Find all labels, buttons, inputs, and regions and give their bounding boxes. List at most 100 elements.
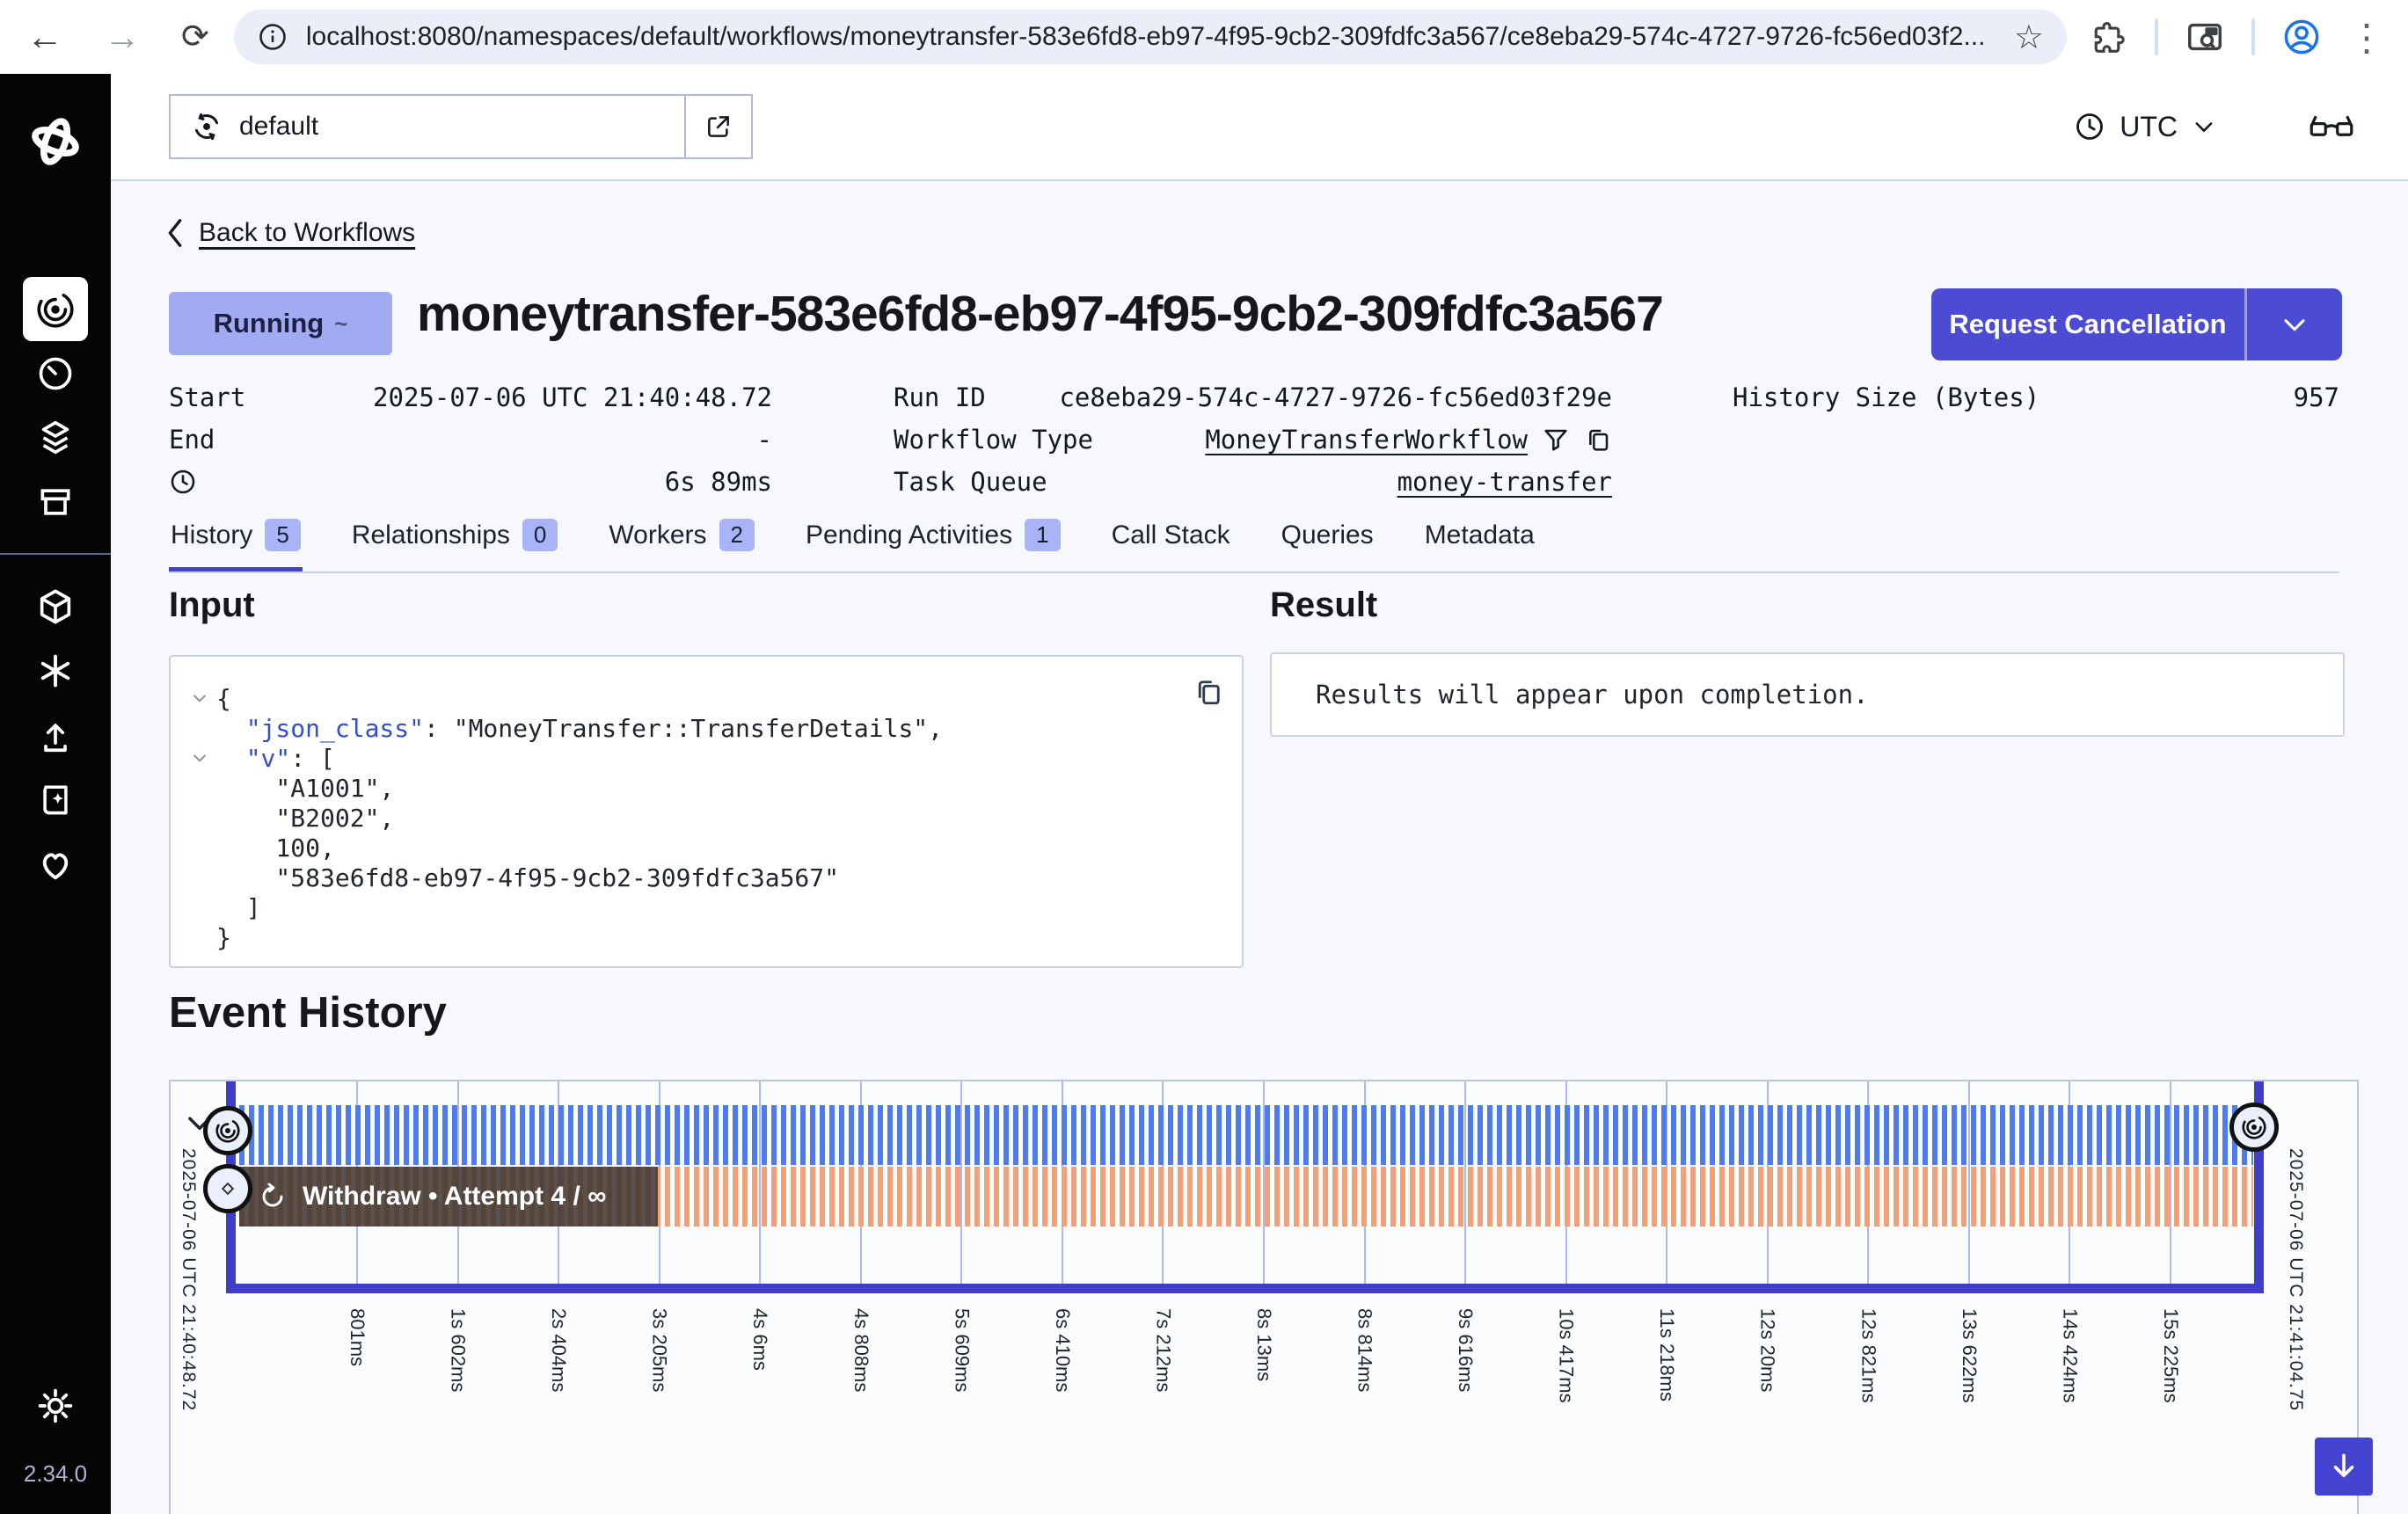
- json-line: }: [183, 922, 1242, 952]
- status-spinner: ~: [334, 310, 347, 338]
- address-bar[interactable]: localhost:8080/namespaces/default/workfl…: [234, 10, 2067, 64]
- tab-call-stack[interactable]: Call Stack: [1110, 515, 1232, 571]
- filter-funnel-icon[interactable]: [1542, 426, 1570, 454]
- tab-queries[interactable]: Queries: [1280, 515, 1375, 571]
- profile-icon[interactable]: [2281, 17, 2322, 57]
- sidebar-item-deployments[interactable]: [23, 405, 88, 469]
- sidebar-item-nexus[interactable]: [23, 638, 88, 702]
- tab-count-badge: 5: [265, 519, 300, 551]
- cancellation-options-chevron[interactable]: [2247, 288, 2342, 360]
- toolbar-divider: [2155, 18, 2158, 55]
- start-label: Start: [169, 382, 245, 412]
- workflow-spiral-icon: [2241, 1114, 2267, 1140]
- duration-value: 6s 89ms: [665, 467, 772, 497]
- browser-forward-icon[interactable]: →: [104, 18, 141, 55]
- labs-mode-glasses-icon[interactable]: [2308, 109, 2355, 144]
- tab-relationships[interactable]: Relationships 0: [350, 515, 560, 571]
- toolbar-divider: [2251, 18, 2255, 55]
- timeline-tick-label: 10s 417ms: [1555, 1308, 1578, 1403]
- namespace-external-link-icon[interactable]: [684, 96, 751, 157]
- end-label: End: [169, 425, 215, 455]
- sidebar-item-docs[interactable]: [23, 767, 88, 831]
- browser-chrome: ← → ⟳ localhost:8080/namespaces/default/…: [0, 0, 2408, 74]
- timeline-tick-label: 14s 424ms: [2058, 1308, 2081, 1403]
- task-queue-label: Task Queue: [894, 467, 1047, 497]
- theme-toggle-sun-icon[interactable]: [23, 1373, 88, 1438]
- activity-label[interactable]: Withdraw • Attempt 4 / ∞: [239, 1167, 658, 1226]
- scroll-to-bottom-button[interactable]: [2315, 1438, 2373, 1496]
- tab-count-badge: 1: [1025, 519, 1060, 551]
- tab-history[interactable]: History 5: [169, 515, 303, 571]
- sidebar-item-feedback[interactable]: [23, 831, 88, 895]
- temporal-logo[interactable]: [23, 109, 88, 173]
- run-id-label: Run ID: [894, 382, 986, 412]
- sidebar-item-import[interactable]: [23, 702, 88, 767]
- bookmark-star-icon[interactable]: ☆: [2014, 18, 2044, 57]
- json-line: "B2002",: [183, 803, 1242, 833]
- namespace-icon: [190, 110, 223, 143]
- search-tabs-icon[interactable]: [2185, 17, 2225, 57]
- back-to-workflows-link[interactable]: Back to Workflows: [164, 218, 415, 248]
- tab-label: History: [171, 520, 252, 550]
- clock-icon: [2074, 111, 2105, 142]
- workflow-start-node[interactable]: [203, 1106, 252, 1155]
- request-cancellation-button[interactable]: Request Cancellation: [1931, 288, 2244, 360]
- sidebar-item-schedules[interactable]: [23, 341, 88, 405]
- tab-label: Relationships: [352, 520, 510, 550]
- tab-count-badge: 0: [522, 519, 558, 551]
- url-text: localhost:8080/namespaces/default/workfl…: [306, 22, 1998, 52]
- site-info-icon[interactable]: [257, 21, 288, 53]
- input-json-panel: {"json_class": "MoneyTransfer::TransferD…: [169, 655, 1244, 968]
- collapse-chevron-icon[interactable]: [183, 749, 216, 767]
- browser-reload-icon[interactable]: ⟳: [181, 20, 209, 54]
- timeline-tick-label: 15s 225ms: [2159, 1308, 2182, 1403]
- app-version: 2.34.0: [24, 1460, 87, 1488]
- tab-workers[interactable]: Workers 2: [607, 515, 756, 571]
- input-heading: Input: [169, 586, 255, 625]
- sidebar-item-namespaces[interactable]: [23, 574, 88, 638]
- json-key: "json_class": [246, 714, 424, 743]
- tab-pending-activities[interactable]: Pending Activities 1: [804, 515, 1062, 571]
- timeline-tick-label: 7s 212ms: [1151, 1308, 1174, 1392]
- tab-count-badge: 2: [719, 519, 755, 551]
- chevron-left-icon: [164, 218, 186, 248]
- timezone-label: UTC: [2120, 111, 2178, 143]
- tab-label: Pending Activities: [806, 520, 1012, 550]
- chevron-down-icon: [2192, 114, 2216, 139]
- timeline-tick-label: 12s 821ms: [1857, 1308, 1879, 1403]
- namespace-topbar: default UTC: [111, 74, 2408, 181]
- workflow-type-link[interactable]: MoneyTransferWorkflow: [1205, 425, 1528, 455]
- tab-label: Workers: [609, 520, 706, 550]
- copy-icon[interactable]: [1584, 426, 1612, 454]
- timeline-tick-label: 4s 6ms: [748, 1308, 771, 1371]
- workflow-tabs: History 5 Relationships 0 Workers 2 Pending Ac…: [169, 515, 2339, 573]
- activity-start-node[interactable]: [203, 1164, 252, 1213]
- json-line: ]: [183, 892, 1242, 922]
- duration-clock-icon: [169, 468, 197, 496]
- copy-input-icon[interactable]: [1193, 676, 1224, 708]
- tab-metadata[interactable]: Metadata: [1423, 515, 1536, 571]
- collapse-chevron-icon[interactable]: [183, 689, 216, 707]
- workflow-type-label: Workflow Type: [894, 425, 1093, 455]
- timezone-selector[interactable]: UTC: [2074, 111, 2216, 143]
- workflow-current-node[interactable]: [2229, 1103, 2279, 1152]
- browser-menu-icon[interactable]: ⋮: [2348, 16, 2385, 59]
- timeline-tick-label: 801ms: [346, 1308, 368, 1366]
- sidebar-item-archive[interactable]: [23, 469, 88, 534]
- timeline-tick-label: 12s 20ms: [1756, 1308, 1779, 1392]
- browser-back-icon[interactable]: ←: [26, 18, 63, 55]
- end-value: -: [757, 425, 772, 455]
- sidebar-item-workflows[interactable]: [23, 277, 88, 341]
- namespace-select-field[interactable]: default: [171, 96, 684, 157]
- json-line: "A1001",: [183, 773, 1242, 803]
- timeline-tick-label: 1s 602ms: [447, 1308, 470, 1392]
- task-queue-link[interactable]: money-transfer: [1397, 467, 1612, 497]
- extensions-icon[interactable]: [2091, 18, 2128, 55]
- tab-label: Metadata: [1425, 520, 1535, 550]
- workflow-execution-bar[interactable]: [239, 1105, 2253, 1165]
- timeline-tick-label: 8s 814ms: [1354, 1308, 1376, 1392]
- diamond-icon: [216, 1177, 239, 1200]
- event-history-heading: Event History: [169, 988, 447, 1037]
- event-history-timeline: Withdraw • Attempt 4 / ∞ 2025-07-06 UTC …: [169, 1080, 2359, 1514]
- input-json-code: {"json_class": "MoneyTransfer::TransferD…: [183, 683, 1242, 952]
